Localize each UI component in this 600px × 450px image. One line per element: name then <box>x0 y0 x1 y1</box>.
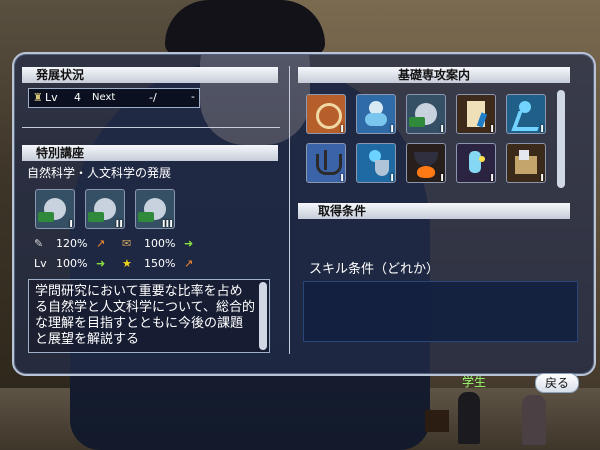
level-label: Lv <box>45 91 58 104</box>
icon-badge: I <box>540 124 544 135</box>
book-globe-icon[interactable]: III <box>135 189 175 230</box>
icon-badge: I <box>540 173 544 184</box>
course-description: 学問研究において重要な比率を占める自然学と人文科学について、総合的な理解を目指す… <box>35 284 255 347</box>
icon-badge: II <box>115 219 123 230</box>
arrow-up-icon: ↗ <box>96 237 106 250</box>
skill-condition-label: スキル条件（どれか） <box>309 262 440 277</box>
section-header-conditions: 取得条件 <box>298 203 570 219</box>
background-table <box>425 410 449 432</box>
back-button[interactable]: 戻る <box>535 373 579 393</box>
book-globe-icon[interactable]: I <box>406 94 446 135</box>
running-man-icon[interactable]: I <box>506 94 546 135</box>
section-header-basic: 基礎専攻案内 <box>298 67 570 83</box>
scroll-icon: ✉ <box>122 237 132 250</box>
arrow-right-icon: ➜ <box>184 237 194 250</box>
stat-value: 100% <box>144 237 176 250</box>
icon-badge: I <box>440 173 444 184</box>
quill-icon: ✎ <box>34 237 44 250</box>
course-name: 自然科学・人文科学の発展 <box>27 166 172 180</box>
anchor-wave-icon[interactable]: I <box>306 143 346 184</box>
icon-badge: I <box>340 124 344 135</box>
potion-icon[interactable]: I <box>456 143 496 184</box>
status-label: 学生 <box>462 375 487 389</box>
cauldron-fire-icon[interactable]: I <box>406 143 446 184</box>
book-globe-icon[interactable]: I <box>35 189 75 230</box>
description-box: 学問研究において重要な比率を占める自然学と人文科学について、総合的な理解を目指す… <box>28 279 270 353</box>
castle-icon: ♜ <box>33 91 43 104</box>
next-value: -/ <box>149 91 157 104</box>
conditions-box <box>303 281 578 342</box>
icon-badge: III <box>161 219 173 230</box>
icon-badge: I <box>69 219 73 230</box>
section-title: 基礎専攻案内 <box>397 68 470 82</box>
book-globe-icon[interactable]: II <box>85 189 125 230</box>
stat-value: 150% <box>144 257 176 270</box>
section-header-special: 特別講座 <box>22 145 278 161</box>
skill-scrollbar[interactable] <box>557 90 565 188</box>
section-title: 特別講座 <box>36 146 85 160</box>
level-box: ♜ Lv 4 Next -/ <box>28 88 200 108</box>
scholar-hat <box>165 0 325 55</box>
arrow-up-icon: ↗ <box>184 257 194 270</box>
icon-badge: I <box>440 124 444 135</box>
level-value: 4 <box>74 91 81 104</box>
ship-wheel-icon[interactable]: I <box>306 94 346 135</box>
description-scrollbar[interactable] <box>259 282 267 350</box>
section-title: 発展状況 <box>36 68 85 82</box>
stat-value: 100% <box>56 257 88 270</box>
left-divider <box>22 127 280 128</box>
section-header-development: 発展状況 <box>22 67 278 83</box>
panel-divider <box>289 66 290 354</box>
icon-badge: I <box>390 173 394 184</box>
icon-badge: I <box>340 173 344 184</box>
icon-badge: I <box>490 124 494 135</box>
lv-icon: Lv <box>34 257 47 270</box>
icon-badge: I <box>390 124 394 135</box>
skill-grid: I I I I I I I I I I <box>300 89 552 189</box>
background-person <box>522 395 546 445</box>
box-items-icon[interactable]: I <box>506 143 546 184</box>
scroll-quill-icon[interactable]: I <box>456 94 496 135</box>
section-title: 取得条件 <box>318 204 367 218</box>
level-extra: - <box>191 90 195 103</box>
star-icon: ★ <box>122 257 132 270</box>
background-person <box>458 392 480 444</box>
back-label: 戻る <box>544 376 569 390</box>
arrow-right-icon: ➜ <box>96 257 106 270</box>
next-label: Next <box>92 92 116 103</box>
stat-value: 120% <box>56 237 88 250</box>
person-shield-icon[interactable]: I <box>356 143 396 184</box>
icon-badge: I <box>490 173 494 184</box>
person-bag-icon[interactable]: I <box>356 94 396 135</box>
